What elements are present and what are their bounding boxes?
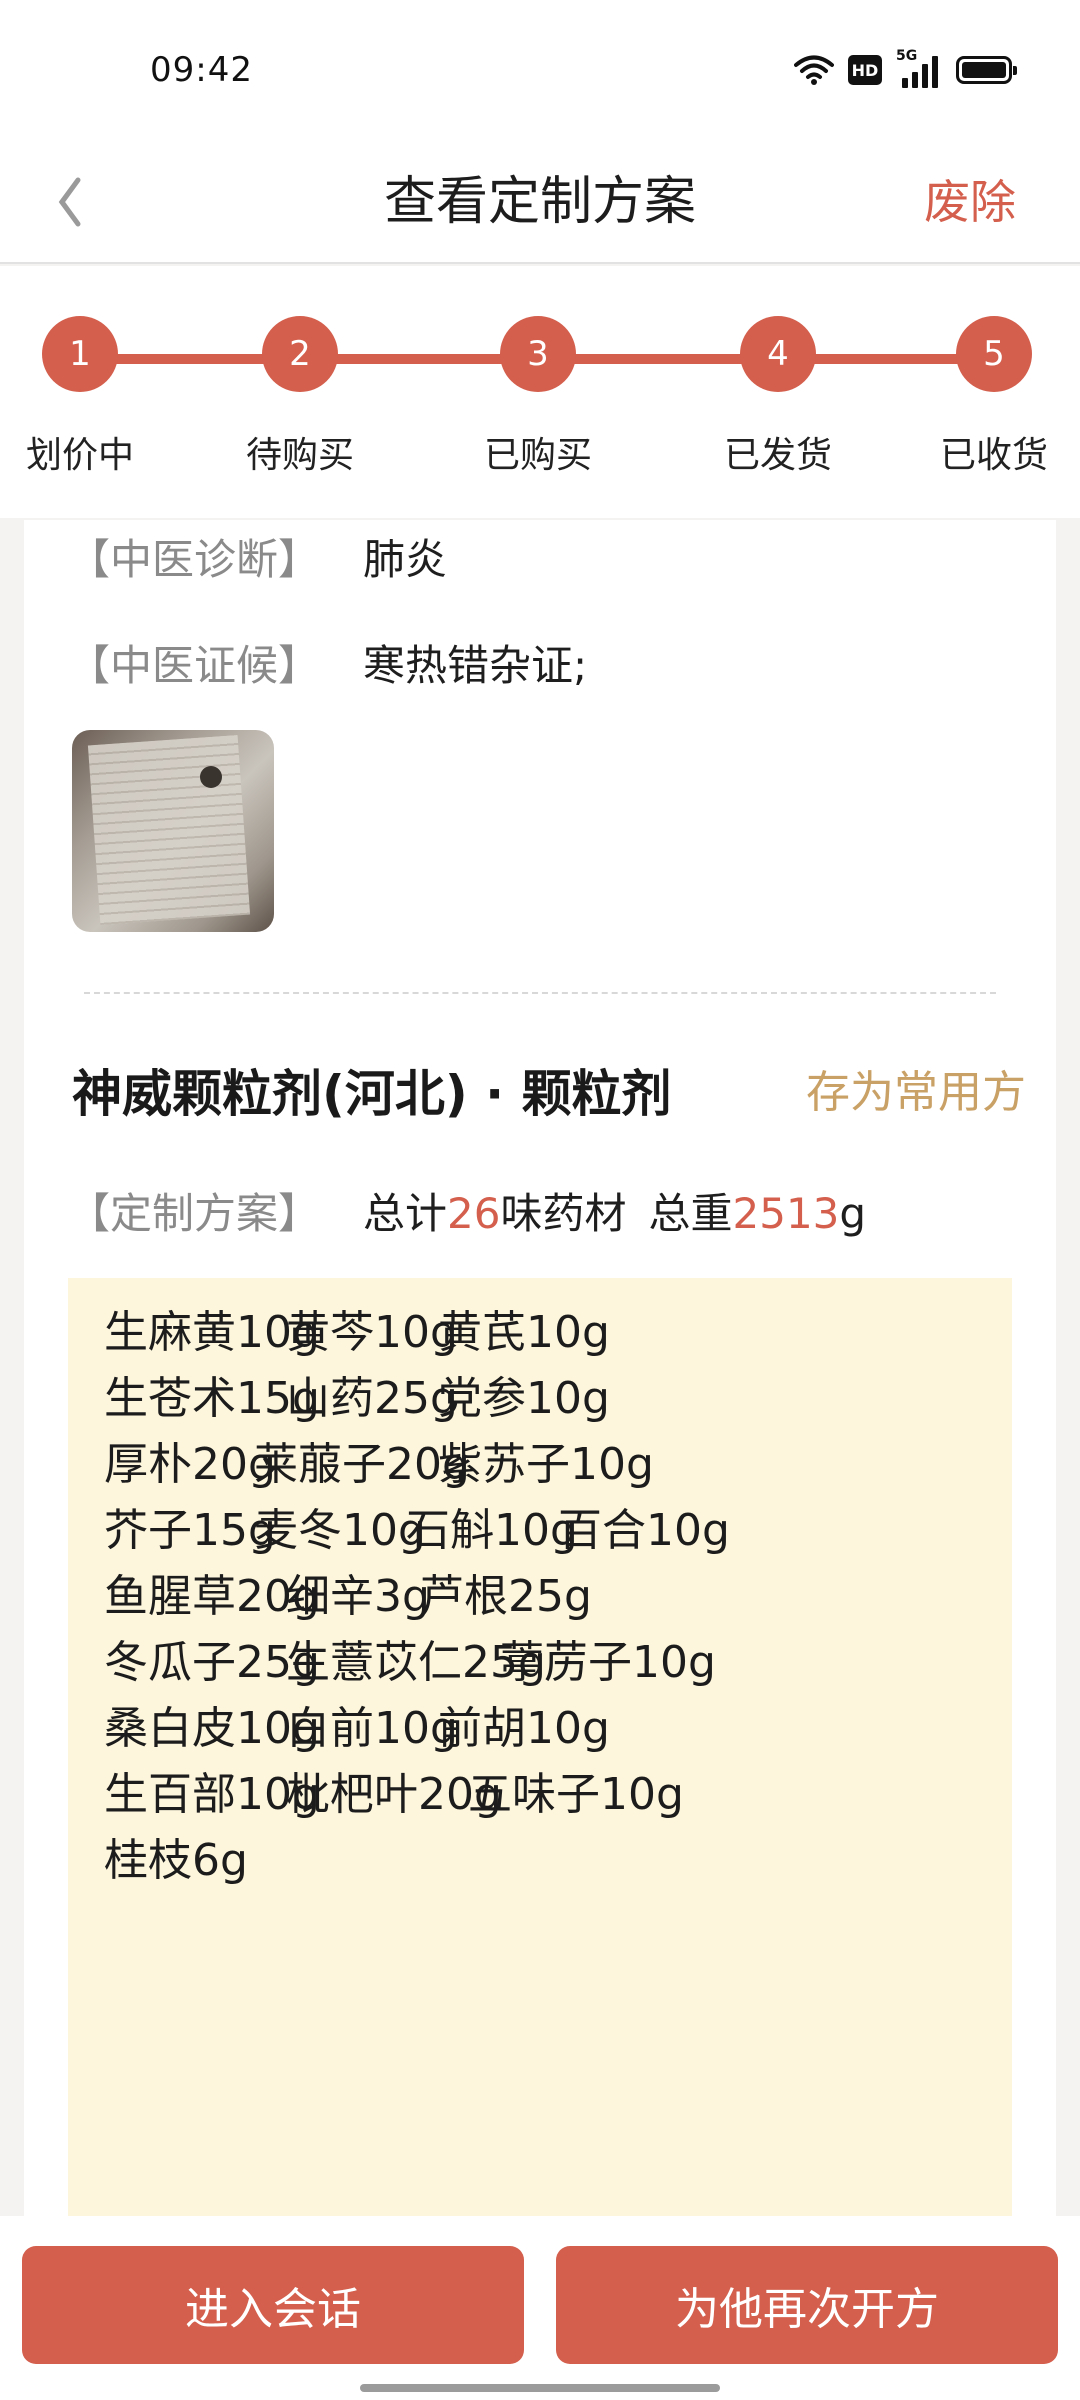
prescribe-again-button[interactable]: 为他再次开方 bbox=[556, 2246, 1058, 2364]
tcm-syndrome-row: 【中医证候】 寒热错杂证; bbox=[68, 632, 587, 693]
step-label: 已发货 bbox=[723, 435, 832, 476]
wifi-icon bbox=[794, 55, 834, 85]
signal-5g-icon: 5G bbox=[896, 48, 942, 88]
prescription-card: 【中医诊断】 肺炎 【中医证候】 寒热错杂证; 神威颗粒剂(河北) · 颗粒剂 … bbox=[24, 520, 1056, 2220]
status-time: 09:42 bbox=[150, 50, 253, 90]
herb-item: 山药25g bbox=[286, 1373, 458, 1424]
page-title: 查看定制方案 bbox=[383, 172, 696, 232]
plan-summary: 总计26味药材 总重2513g bbox=[363, 1189, 867, 1238]
tcm-syndrome-value: 寒热错杂证; bbox=[363, 641, 588, 690]
herb-item: 五味子10g bbox=[468, 1769, 684, 1820]
herb-item: 百合10g bbox=[558, 1505, 730, 1556]
tcm-syndrome-label: 【中医证候】 bbox=[68, 641, 321, 690]
step-circle: 5 bbox=[956, 316, 1032, 392]
custom-plan-label: 【定制方案】 bbox=[68, 1189, 321, 1238]
enter-chat-button[interactable]: 进入会话 bbox=[22, 2246, 524, 2364]
total-weight: 2513 bbox=[732, 1189, 840, 1238]
herb-item: 细辛3g bbox=[286, 1571, 430, 1622]
tcm-diagnosis-row: 【中医诊断】 肺炎 bbox=[68, 526, 447, 587]
herb-item: 白前10g bbox=[286, 1703, 458, 1754]
herb-item: 紫苏子10g bbox=[438, 1439, 654, 1490]
hd-icon: HD bbox=[848, 55, 882, 85]
herb-item: 黄芪10g bbox=[438, 1307, 610, 1358]
herb-item: 黄芩10g bbox=[286, 1307, 458, 1358]
discard-button[interactable]: 废除 bbox=[924, 140, 1016, 264]
network-label: 5G bbox=[896, 48, 918, 64]
save-as-common-button[interactable]: 存为常用方 bbox=[806, 1056, 1026, 1120]
step-label: 已购买 bbox=[483, 435, 592, 476]
step-label: 待购买 bbox=[245, 435, 354, 476]
herb-item: 前胡10g bbox=[438, 1703, 610, 1754]
battery-icon bbox=[956, 56, 1017, 84]
herb-item: 石斛10g bbox=[406, 1505, 578, 1556]
order-progress: 1 划价中 2 待购买 3 已购买 4 已发货 5 已收货 bbox=[0, 266, 1080, 518]
status-icons: HD 5G bbox=[794, 48, 1017, 88]
custom-plan-row: 【定制方案】 总计26味药材 总重2513g bbox=[68, 1180, 866, 1241]
herb-item: 芥子15g bbox=[104, 1505, 276, 1556]
bottom-action-bar: 进入会话 为他再次开方 bbox=[0, 2216, 1080, 2400]
step-label: 划价中 bbox=[25, 435, 134, 476]
herb-item: 桂枝6g bbox=[104, 1835, 248, 1886]
prescription-photo-thumbnail[interactable] bbox=[72, 730, 274, 932]
step-circle: 4 bbox=[740, 316, 816, 392]
herb-item: 葶苈子10g bbox=[500, 1637, 716, 1688]
herb-item: 芦根25g bbox=[420, 1571, 592, 1622]
step-circle: 3 bbox=[500, 316, 576, 392]
header: 查看定制方案 废除 bbox=[0, 140, 1080, 264]
divider bbox=[84, 992, 996, 994]
herb-item: 厚朴20g bbox=[104, 1439, 276, 1490]
step-label: 已收货 bbox=[939, 435, 1048, 476]
tcm-diagnosis-value: 肺炎 bbox=[363, 535, 448, 584]
step-circle: 2 bbox=[262, 316, 338, 392]
step-circle: 1 bbox=[42, 316, 118, 392]
home-indicator[interactable] bbox=[360, 2384, 720, 2392]
herb-item: 党参10g bbox=[438, 1373, 610, 1424]
herb-list: 生麻黄10g 黄芩10g 黄芪10g 生苍术15g 山药25g 党参10g 厚朴… bbox=[68, 1278, 1012, 2220]
tcm-diagnosis-label: 【中医诊断】 bbox=[68, 535, 321, 584]
prescription-title: 神威颗粒剂(河北) · 颗粒剂 bbox=[72, 1065, 672, 1123]
status-bar: 09:42 HD 5G bbox=[0, 0, 1080, 140]
herb-count: 26 bbox=[447, 1189, 501, 1238]
herb-item: 麦冬10g bbox=[254, 1505, 426, 1556]
